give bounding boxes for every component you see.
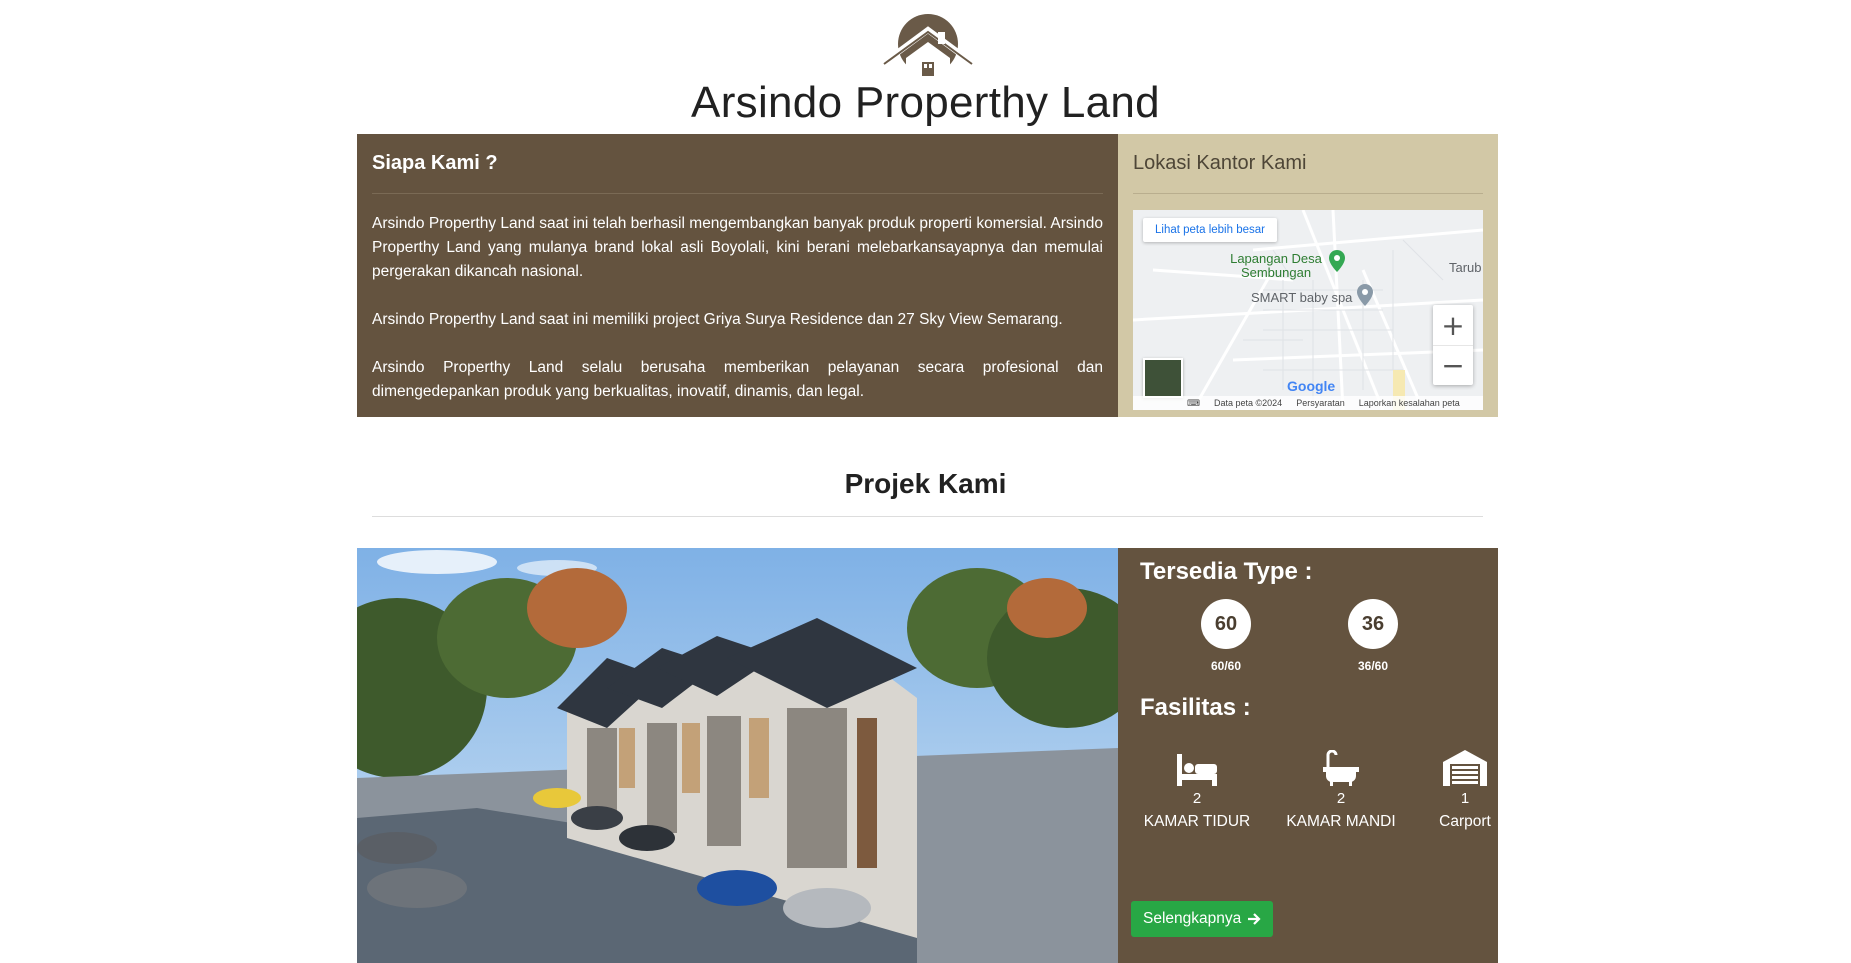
map-poi-smart-baby-spa[interactable]: SMART baby spa bbox=[1251, 290, 1352, 305]
map-footer: ⌨ Data peta ©2024 Persyaratan Laporkan k… bbox=[1133, 396, 1483, 410]
about-heading: Siapa Kami ? bbox=[372, 152, 498, 174]
details-button-label: Selengkapnya bbox=[1143, 910, 1242, 927]
facility-bathroom-label: KAMAR MANDI bbox=[1286, 813, 1396, 830]
satellite-toggle-button[interactable] bbox=[1143, 358, 1183, 398]
house-logo-icon bbox=[880, 14, 976, 76]
about-divider bbox=[372, 193, 1103, 194]
facility-bathroom: 2 KAMAR MANDI bbox=[1276, 744, 1406, 831]
facility-bedroom-label: KAMAR TIDUR bbox=[1143, 813, 1251, 830]
location-heading: Lokasi Kantor Kami bbox=[1133, 152, 1307, 174]
green-pin-icon[interactable] bbox=[1329, 250, 1345, 272]
projects-divider bbox=[372, 516, 1483, 517]
map-report-link[interactable]: Laporkan kesalahan peta bbox=[1359, 398, 1460, 408]
location-section: Lokasi Kantor Kami Lihat peta lebih besa… bbox=[1118, 134, 1498, 417]
arrow-right-icon bbox=[1248, 913, 1261, 925]
type-label-60: 60/60 bbox=[1210, 659, 1242, 673]
about-section: Siapa Kami ? Arsindo Properthy Land saat… bbox=[357, 134, 1118, 417]
gray-pin-icon[interactable] bbox=[1357, 284, 1373, 306]
details-button[interactable]: Selengkapnya bbox=[1131, 901, 1274, 937]
about-paragraph-1: Arsindo Properthy Land saat ini telah be… bbox=[372, 215, 1103, 280]
site-title: Arsindo Properthy Land bbox=[691, 78, 1160, 127]
type-badge-60[interactable]: 60 bbox=[1201, 599, 1251, 649]
zoom-in-button[interactable]: + bbox=[1433, 305, 1473, 345]
site-header: Arsindo Properthy Land bbox=[0, 0, 1851, 134]
facility-bedroom: 2 KAMAR TIDUR bbox=[1132, 744, 1262, 831]
types-heading: Tersedia Type : bbox=[1140, 558, 1313, 585]
project-image bbox=[357, 548, 1118, 963]
about-paragraph-2: Arsindo Properthy Land saat ini memiliki… bbox=[372, 311, 1063, 328]
map-terms-link[interactable]: Persyaratan bbox=[1296, 398, 1345, 408]
keyboard-shortcuts-icon[interactable]: ⌨ bbox=[1187, 398, 1200, 409]
facility-carport: 1 Carport bbox=[1400, 744, 1530, 831]
map-edge-label: Tarub bbox=[1449, 260, 1482, 275]
google-logo: Google bbox=[1287, 378, 1336, 394]
type-badge-36[interactable]: 36 bbox=[1348, 599, 1398, 649]
about-paragraph-3: Arsindo Properthy Land selalu berusaha m… bbox=[372, 359, 1103, 400]
map-zoom-controls: + − bbox=[1433, 305, 1473, 385]
facility-bedroom-count: 2 bbox=[1192, 790, 1202, 807]
facility-carport-label: Carport bbox=[1439, 813, 1491, 830]
type-label-36: 36/60 bbox=[1357, 659, 1389, 673]
office-map[interactable]: Lihat peta lebih besar Lapangan Desa Sem… bbox=[1133, 210, 1483, 410]
map-data-text: Data peta ©2024 bbox=[1214, 398, 1283, 408]
garage-icon bbox=[1443, 750, 1487, 786]
facility-carport-count: 1 bbox=[1460, 790, 1470, 807]
map-poi-lapangan[interactable]: Lapangan Desa Sembungan bbox=[1221, 252, 1331, 280]
projects-title: Projek Kami bbox=[844, 468, 1007, 499]
project-info-card: Tersedia Type : 60 60/60 36 36/60 Fasili… bbox=[1118, 548, 1498, 963]
larger-map-link[interactable]: Lihat peta lebih besar bbox=[1143, 218, 1277, 242]
facility-bathroom-count: 2 bbox=[1336, 790, 1346, 807]
location-divider bbox=[1133, 193, 1483, 194]
bathtub-icon bbox=[1323, 750, 1359, 786]
facilities-heading: Fasilitas : bbox=[1140, 694, 1251, 721]
zoom-out-button[interactable]: − bbox=[1433, 345, 1473, 385]
bed-icon bbox=[1177, 754, 1217, 786]
